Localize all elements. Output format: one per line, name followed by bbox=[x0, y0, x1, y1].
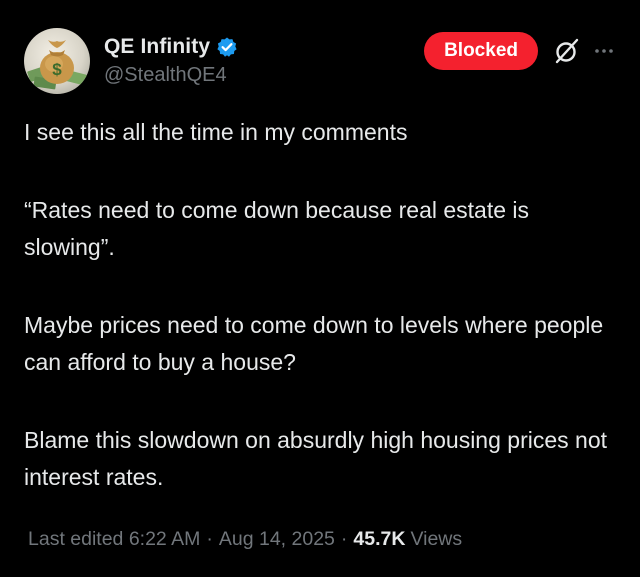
views-count[interactable]: 45.7K bbox=[353, 528, 405, 550]
money-bag-icon: $ bbox=[27, 40, 87, 90]
more-dots-icon[interactable] bbox=[592, 39, 616, 63]
post-meta: Last edited 6:22 AM · Aug 14, 2025 · 45.7K Vi… bbox=[28, 528, 462, 551]
post-paragraph: “Rates need to come down because real es… bbox=[24, 197, 530, 260]
meta-separator: · bbox=[206, 528, 213, 550]
svg-text:$: $ bbox=[52, 60, 62, 79]
post-text: I see this all the time in my comments “… bbox=[24, 114, 616, 496]
verified-badge-icon bbox=[216, 36, 238, 58]
edited-timestamp[interactable]: Last edited 6:22 AM bbox=[28, 528, 200, 550]
post-paragraph: I see this all the time in my comments bbox=[24, 119, 408, 145]
avatar[interactable]: $ bbox=[24, 28, 90, 94]
post-date[interactable]: Aug 14, 2025 bbox=[219, 528, 335, 550]
post-header: $ QE Infinity @StealthQE4 Blocked bbox=[24, 28, 616, 98]
post-card: $ QE Infinity @StealthQE4 Blocked I see … bbox=[0, 0, 640, 577]
display-name[interactable]: QE Infinity bbox=[104, 35, 210, 59]
views-label: Views bbox=[410, 528, 463, 550]
meta-separator: · bbox=[340, 528, 348, 550]
grok-icon[interactable] bbox=[552, 36, 582, 66]
blocked-button[interactable]: Blocked bbox=[424, 32, 538, 70]
name-row: QE Infinity bbox=[104, 32, 238, 62]
author-handle[interactable]: @StealthQE4 bbox=[104, 64, 238, 87]
author-identity: QE Infinity @StealthQE4 bbox=[104, 32, 238, 87]
post-paragraph: Maybe prices need to come down to levels… bbox=[24, 312, 604, 375]
post-paragraph: Blame this slowdown on absurdly high hou… bbox=[24, 427, 607, 490]
header-actions: Blocked bbox=[424, 32, 616, 70]
